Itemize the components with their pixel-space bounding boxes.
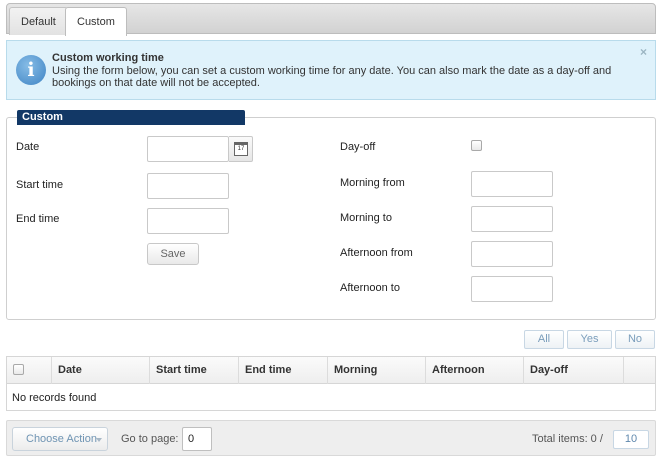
info-notice: i Custom working time Using the form bel… [6, 40, 656, 100]
table-header: Date Start time End time Morning Afterno… [7, 357, 655, 384]
total-items-label: Total items: 0 / [532, 433, 603, 445]
tab-default[interactable]: Default [9, 7, 68, 35]
column-afternoon[interactable]: Afternoon [426, 357, 524, 384]
empty-message: No records found [12, 392, 97, 404]
calendar-button[interactable]: 17 [229, 136, 253, 162]
end-time-input[interactable] [147, 208, 229, 234]
column-end-time[interactable]: End time [239, 357, 328, 384]
form-legend: Custom [17, 110, 245, 125]
page-size-button[interactable]: 10 [613, 430, 649, 449]
end-time-label: End time [16, 213, 60, 225]
goto-page-input[interactable] [182, 427, 212, 451]
select-all-cell [7, 357, 52, 384]
save-button[interactable]: Save [147, 243, 199, 265]
close-icon[interactable]: × [640, 45, 647, 59]
morning-to-label: Morning to [340, 212, 392, 224]
afternoon-to-input[interactable] [471, 276, 553, 302]
info-text: Using the form below, you can set a cust… [52, 65, 612, 89]
date-label: Date [16, 141, 40, 153]
choose-action-label: Choose Action [26, 433, 97, 445]
day-off-checkbox[interactable] [471, 140, 482, 151]
filter-yes-button[interactable]: Yes [567, 330, 612, 349]
caret-down-icon [96, 438, 102, 442]
choose-action-dropdown[interactable]: Choose Action [12, 427, 108, 451]
filter-no-button[interactable]: No [615, 330, 655, 349]
start-time-input[interactable] [147, 173, 229, 199]
morning-from-label: Morning from [340, 177, 405, 189]
custom-form: Custom Date 17 Start time End time Save … [6, 110, 656, 320]
morning-to-input[interactable] [471, 206, 553, 232]
column-start-time[interactable]: Start time [150, 357, 239, 384]
afternoon-from-input[interactable] [471, 241, 553, 267]
tab-bar: Default Custom [6, 3, 656, 36]
info-icon: i [16, 55, 46, 85]
select-all-checkbox[interactable] [13, 364, 24, 375]
day-off-label: Day-off [340, 141, 376, 153]
afternoon-to-label: Afternoon to [340, 282, 400, 294]
tab-custom[interactable]: Custom [65, 7, 127, 36]
column-day-off[interactable]: Day-off [524, 357, 624, 384]
afternoon-from-label: Afternoon from [340, 247, 413, 259]
calendar-icon: 17 [234, 142, 248, 156]
pager-bar: Choose Action Go to page: Total items: 0… [6, 420, 656, 456]
column-date[interactable]: Date [52, 357, 150, 384]
column-morning[interactable]: Morning [328, 357, 426, 384]
date-input[interactable] [147, 136, 229, 162]
morning-from-input[interactable] [471, 171, 553, 197]
records-table: Date Start time End time Morning Afterno… [6, 356, 656, 411]
start-time-label: Start time [16, 179, 64, 191]
goto-page-label: Go to page: [121, 433, 179, 445]
filter-all-button[interactable]: All [524, 330, 564, 349]
info-title: Custom working time [52, 52, 164, 64]
